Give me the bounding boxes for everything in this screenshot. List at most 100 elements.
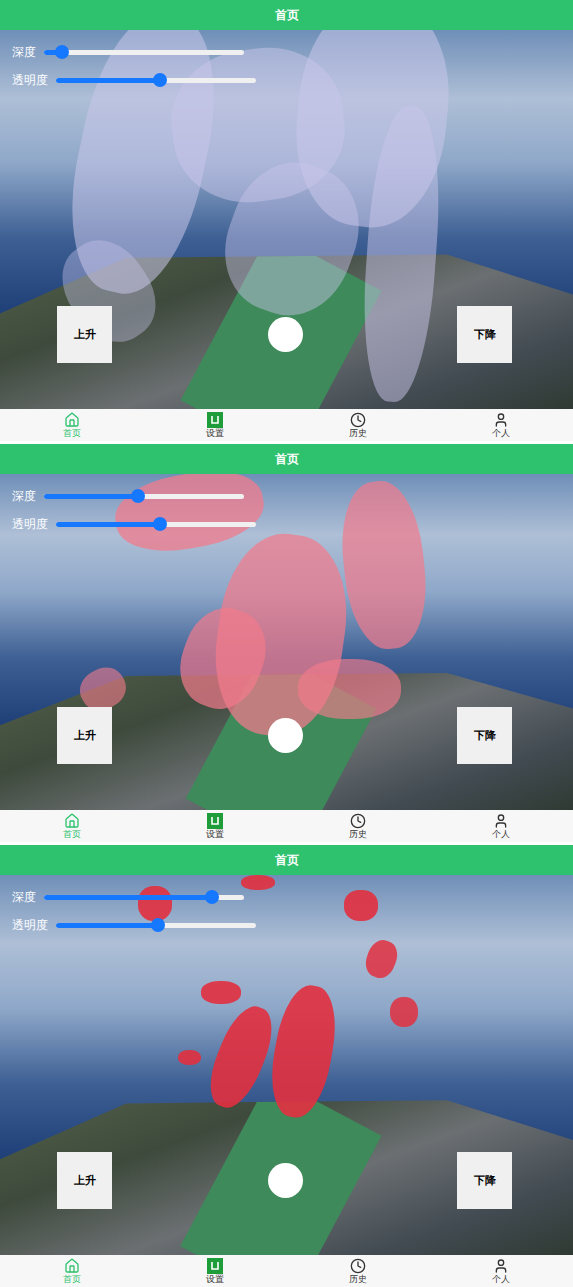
map-scene[interactable]: 深度透明度上升 下降 — [0, 30, 573, 409]
phone-screen: 首页深度透明度上升下降首页设置历史个人 — [0, 0, 573, 441]
slider-panel: 深度透明度 — [12, 488, 256, 532]
nav-label: 历史 — [349, 428, 367, 439]
nav-item[interactable]: 个人 — [430, 810, 573, 842]
plume — [361, 936, 401, 982]
clock-icon — [350, 813, 366, 829]
app: 首页深度透明度上升下降首页设置历史个人首页深度透明度上升下降首页设置历史个人首页… — [0, 0, 573, 1287]
plume — [390, 997, 419, 1027]
clock-icon — [350, 1258, 366, 1274]
header: 首页 — [0, 444, 573, 474]
user-icon — [493, 813, 509, 829]
slider-thumb[interactable] — [153, 517, 167, 531]
slider[interactable] — [44, 489, 244, 503]
nav-item[interactable]: 首页 — [0, 409, 143, 441]
joystick[interactable] — [268, 718, 303, 753]
phone-screen: 首页深度透明度上升下降首页设置历史个人 — [0, 845, 573, 1287]
plume — [109, 474, 269, 560]
map-scene[interactable]: 深度透明度上升 下降 — [0, 474, 573, 810]
home-icon — [64, 813, 80, 829]
joystick[interactable] — [268, 317, 303, 352]
slider-label: 深度 — [12, 889, 36, 905]
nav-item[interactable]: 首页 — [0, 1255, 143, 1287]
slider[interactable] — [44, 45, 244, 59]
up-button[interactable]: 上升 — [57, 1152, 112, 1209]
nav-label: 设置 — [206, 1274, 224, 1285]
nav-label: 个人 — [492, 1274, 510, 1285]
bottom-nav: 首页 设置 历史 个人 — [0, 409, 573, 441]
slider-thumb[interactable] — [205, 890, 219, 904]
header-title: 首页 — [275, 450, 299, 468]
slider-thumb[interactable] — [131, 489, 145, 503]
header-title: 首页 — [275, 6, 299, 24]
slider-fill — [56, 923, 158, 928]
nav-item[interactable]: 设置 — [143, 1255, 286, 1287]
nav-item[interactable]: 设置 — [143, 409, 286, 441]
plume — [201, 981, 241, 1004]
slider-fill — [56, 78, 160, 83]
nav-item[interactable]: 个人 — [430, 1255, 573, 1287]
slider[interactable] — [56, 517, 256, 531]
plume — [199, 999, 281, 1115]
header: 首页 — [0, 0, 573, 30]
slider-label: 透明度 — [12, 72, 48, 88]
nav-label: 个人 — [492, 829, 510, 840]
header: 首页 — [0, 845, 573, 875]
slider-row: 透明度 — [12, 72, 256, 88]
slider-row: 透明度 — [12, 516, 256, 532]
nav-label: 设置 — [206, 829, 224, 840]
nav-item[interactable]: 个人 — [430, 409, 573, 441]
slider-panel: 深度透明度 — [12, 44, 256, 88]
up-button[interactable]: 上升 — [57, 707, 112, 764]
map-scene[interactable]: 深度透明度上升 下降 — [0, 875, 573, 1255]
slider-label: 透明度 — [12, 917, 48, 933]
bottom-nav: 首页 设置 历史个人 — [0, 1255, 573, 1287]
slider-label: 深度 — [12, 488, 36, 504]
slider[interactable] — [56, 73, 256, 87]
plume — [335, 477, 432, 652]
nav-label: 个人 — [492, 428, 510, 439]
slider-fill — [56, 522, 160, 527]
slider-thumb[interactable] — [153, 73, 167, 87]
slider-row: 透明度 — [12, 917, 256, 933]
slider-fill — [44, 895, 212, 900]
nav-label: 设置 — [206, 428, 224, 439]
plume — [178, 1050, 201, 1065]
slider-thumb[interactable] — [151, 918, 165, 932]
home-icon — [64, 412, 80, 428]
nav-label: 首页 — [63, 1274, 81, 1285]
joystick[interactable] — [268, 1163, 303, 1198]
slider[interactable] — [44, 890, 244, 904]
slider-row: 深度 — [12, 488, 256, 504]
nav-item[interactable]: 历史 — [287, 1255, 430, 1287]
plume — [241, 875, 275, 890]
nav-label: 历史 — [349, 829, 367, 840]
settings-icon — [207, 412, 223, 428]
slider-track — [44, 50, 244, 55]
slider[interactable] — [56, 918, 256, 932]
phone-screen: 首页深度透明度上升下降首页设置历史个人 — [0, 444, 573, 842]
up-button[interactable]: 上升 — [57, 306, 112, 363]
slider-row: 深度 — [12, 889, 256, 905]
nav-item[interactable]: 历史 — [287, 409, 430, 441]
nav-item[interactable]: 设置 — [143, 810, 286, 842]
settings-icon — [207, 1258, 223, 1274]
plume — [264, 981, 344, 1122]
nav-label: 首页 — [63, 829, 81, 840]
home-icon — [64, 1258, 80, 1274]
bottom-nav: 首页 设置 历史 个人 — [0, 810, 573, 842]
down-button[interactable]: 下降 — [457, 306, 512, 363]
slider-fill — [44, 494, 138, 499]
settings-icon — [207, 813, 223, 829]
slider-thumb[interactable] — [55, 45, 69, 59]
down-button[interactable]: 下降 — [457, 1152, 512, 1209]
user-icon — [493, 1258, 509, 1274]
slider-label: 透明度 — [12, 516, 48, 532]
plume — [138, 886, 172, 920]
user-icon — [493, 412, 509, 428]
slider-row: 深度 — [12, 44, 256, 60]
nav-item[interactable]: 历史 — [287, 810, 430, 842]
down-button[interactable]: 下降 — [457, 707, 512, 764]
nav-label: 首页 — [63, 428, 81, 439]
slider-label: 深度 — [12, 44, 36, 60]
nav-item[interactable]: 首页 — [0, 810, 143, 842]
